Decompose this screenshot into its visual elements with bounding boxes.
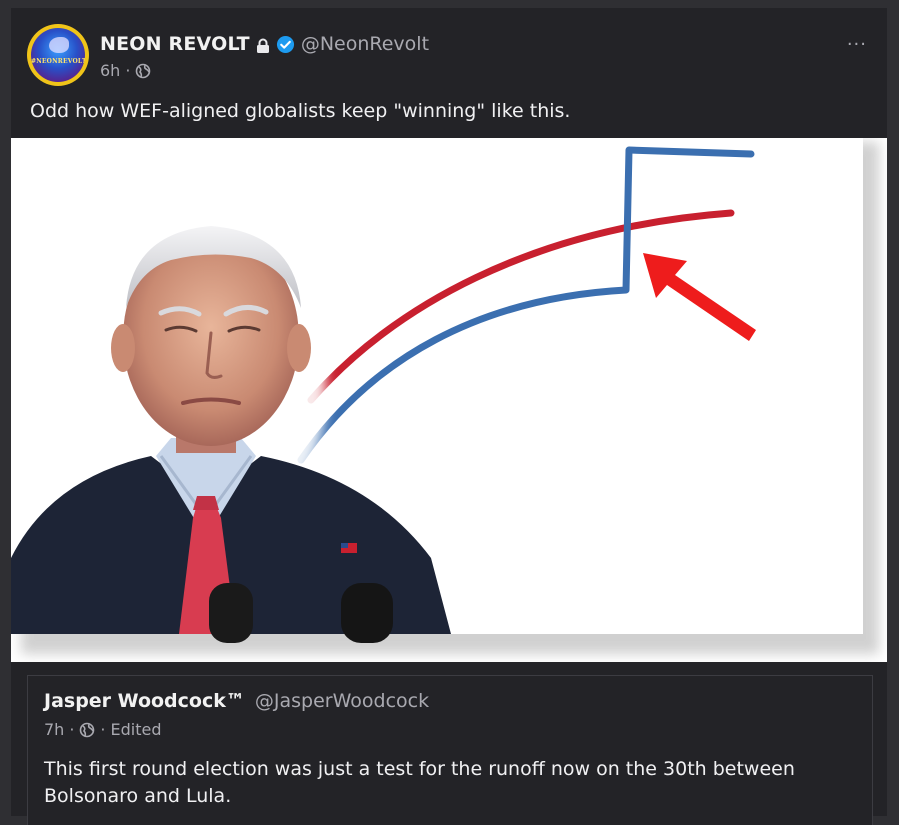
avatar[interactable]: #NEONREVOLT (27, 24, 89, 86)
verified-badge-icon (276, 35, 295, 54)
quote-meta: 7h · · Edited (44, 720, 162, 739)
post-card: #NEONREVOLT NEON REVOLT @NeonRevolt 6h · (11, 8, 887, 825)
avatar-text: #NEONREVOLT (31, 58, 85, 65)
post-time[interactable]: 6h (100, 61, 120, 80)
author-handle[interactable]: @NeonRevolt (301, 32, 429, 56)
edited-label[interactable]: Edited (111, 720, 162, 739)
meme-image (11, 138, 879, 654)
globe-icon (135, 63, 151, 79)
post-image[interactable] (11, 138, 887, 662)
quote-text: This first round election was just a tes… (44, 758, 795, 807)
meta-separator: · (100, 720, 106, 739)
author-display-name[interactable]: NEON REVOLT (100, 32, 250, 56)
globe-icon (79, 722, 95, 738)
post-meta: 6h · (100, 61, 151, 80)
lock-icon (256, 36, 270, 53)
quote-author-display-name[interactable]: Jasper Woodcock™ (44, 690, 245, 712)
avatar-image: #NEONREVOLT (31, 28, 85, 82)
more-options-button[interactable]: ··· (847, 34, 867, 55)
quote-header: Jasper Woodcock™ @JasperWoodcock (44, 690, 429, 712)
eagle-icon (49, 37, 69, 53)
quote-time[interactable]: 7h (44, 720, 64, 739)
quoted-post[interactable]: Jasper Woodcock™ @JasperWoodcock 7h · · … (27, 675, 873, 825)
post-text: Odd how WEF-aligned globalists keep "win… (30, 100, 571, 122)
quote-author-handle[interactable]: @JasperWoodcock (255, 690, 429, 712)
meta-separator: · (125, 61, 131, 80)
meta-separator: · (69, 720, 75, 739)
post-header: NEON REVOLT @NeonRevolt (100, 32, 429, 56)
